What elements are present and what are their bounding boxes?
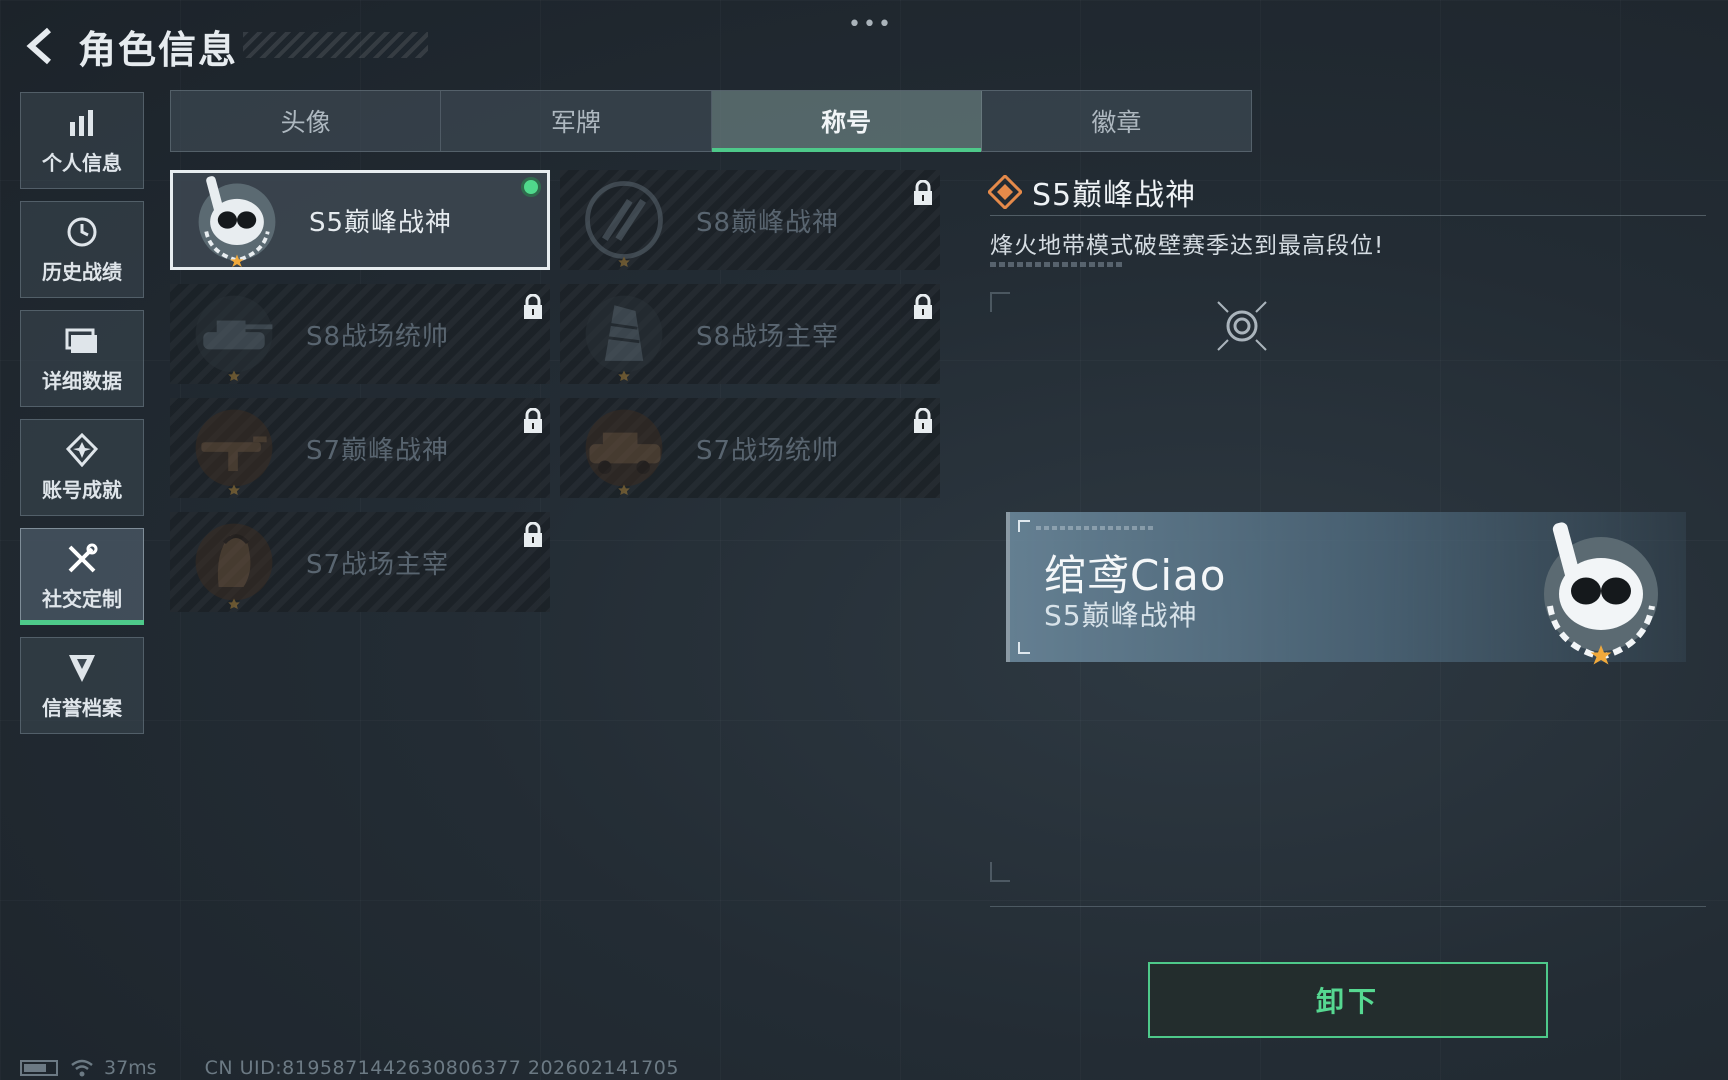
- detail-description: 烽火地带模式破壁赛季达到最高段位!: [990, 233, 1385, 259]
- vehicle-emblem-icon: [585, 409, 663, 496]
- unequip-button[interactable]: 卸下: [1148, 962, 1548, 1038]
- sidebar-item-label: 社交定制: [42, 587, 122, 611]
- sidebar-item-history[interactable]: 历史战绩: [20, 201, 144, 298]
- title-card-label: S7战场统帅: [696, 435, 840, 466]
- detail-header: S5巅峰战神: [988, 170, 1196, 214]
- title-card-s5-peak[interactable]: S5巅峰战神: [170, 170, 550, 270]
- lock-icon: [524, 408, 542, 433]
- shield-badge-icon: [64, 650, 100, 686]
- frame-corner: [990, 862, 1010, 882]
- divider: [990, 215, 1706, 216]
- frame-corner: [990, 292, 1010, 312]
- detail-title: S5巅峰战神: [1032, 178, 1197, 213]
- sidebar: 个人信息 历史战绩 详细数据 账号成就 社交定制 信誉档案: [20, 92, 144, 746]
- title-card-s7-peak[interactable]: S7巅峰战神: [170, 398, 550, 498]
- card-decoration: [1036, 526, 1156, 530]
- title-card-label: S8巅峰战神: [696, 207, 840, 238]
- tab-badges[interactable]: 徽章: [982, 91, 1251, 151]
- target-view-icon[interactable]: [1216, 300, 1268, 352]
- sidebar-item-social-custom[interactable]: 社交定制: [20, 528, 144, 625]
- title-card-s8-peak[interactable]: S8巅峰战神: [560, 170, 940, 270]
- wifi-icon: [71, 1059, 93, 1077]
- sidebar-item-details[interactable]: 详细数据: [20, 310, 144, 407]
- tab-avatar[interactable]: 头像: [171, 91, 442, 151]
- soldier-head-emblem-icon: [195, 523, 273, 610]
- sidebar-item-label: 个人信息: [42, 151, 122, 175]
- title-card-label: S5巅峰战神: [309, 207, 453, 238]
- lock-icon: [914, 408, 932, 433]
- page-title: 角色信息: [78, 27, 239, 72]
- folder-icon: [64, 323, 100, 359]
- lock-icon: [524, 522, 542, 547]
- tab-titles[interactable]: 称号: [711, 91, 982, 152]
- battery-icon: [20, 1060, 58, 1076]
- medal-icon: [64, 432, 100, 468]
- title-card-s8-commander[interactable]: S8战场统帅: [170, 284, 550, 384]
- title-card-s7-dominator[interactable]: S7战场主宰: [170, 512, 550, 612]
- diver-mask-emblem-icon: [198, 176, 276, 268]
- title-card-label: S7战场主宰: [306, 549, 450, 580]
- bar-chart-icon: [64, 105, 100, 141]
- lock-icon: [524, 294, 542, 319]
- sidebar-item-label: 详细数据: [42, 369, 122, 393]
- uid-text: CN UID:8195871442630806377 202602141705: [204, 1057, 679, 1079]
- lock-icon: [914, 294, 932, 319]
- slash-emblem-icon: [585, 181, 663, 268]
- name-card-preview: 绾鸢Ciao S5巅峰战神: [1006, 512, 1686, 665]
- sidebar-item-label: 信誉档案: [42, 696, 122, 720]
- diamond-rank-icon: [988, 175, 1022, 209]
- tank-emblem-icon: [195, 295, 273, 382]
- description-decoration: [990, 262, 1125, 267]
- header: 角色信息: [18, 18, 428, 74]
- building-emblem-icon: [585, 295, 663, 382]
- sidebar-item-personal-info[interactable]: 个人信息: [20, 92, 144, 189]
- tools-icon: [64, 541, 100, 577]
- title-card-label: S8战场统帅: [306, 321, 450, 352]
- title-decoration: [243, 32, 428, 58]
- lock-icon: [914, 180, 932, 205]
- rifle-emblem-icon: [195, 409, 273, 496]
- sidebar-item-label: 历史战绩: [42, 260, 122, 284]
- equipped-indicator: [521, 177, 541, 197]
- title-card-s8-dominator[interactable]: S8战场主宰: [560, 284, 940, 384]
- tab-bar: 头像 军牌 称号 徽章: [170, 90, 1252, 152]
- tab-dogtag[interactable]: 军牌: [441, 91, 712, 151]
- title-card-label: S7巅峰战神: [306, 435, 450, 466]
- divider: [990, 906, 1706, 907]
- sidebar-item-reputation[interactable]: 信誉档案: [20, 637, 144, 734]
- player-title: S5巅峰战神: [1044, 599, 1198, 632]
- back-arrow-icon: [26, 27, 51, 65]
- status-bar: 37ms CN UID:8195871442630806377 20260214…: [20, 1056, 679, 1080]
- ping-value: 37ms: [104, 1057, 157, 1079]
- more-dots-icon[interactable]: •••: [848, 12, 893, 37]
- title-card-label: S8战场主宰: [696, 321, 840, 352]
- clock-icon: [64, 214, 100, 250]
- back-button[interactable]: [18, 23, 64, 69]
- diver-mask-emblem-icon: [1544, 522, 1658, 665]
- title-card-s7-commander[interactable]: S7战场统帅: [560, 398, 940, 498]
- sidebar-item-achievements[interactable]: 账号成就: [20, 419, 144, 516]
- sidebar-item-label: 账号成就: [42, 478, 122, 502]
